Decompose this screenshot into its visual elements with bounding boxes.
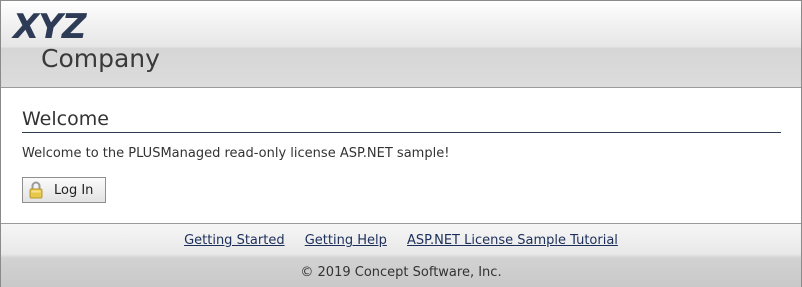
site-header: XYZ Company xyxy=(1,1,801,88)
logo-brand: XYZ xyxy=(13,7,86,47)
main-content: Welcome Welcome to the PLUSManaged read-… xyxy=(1,88,801,223)
footer-nav: Getting Started Getting Help ASP.NET Lic… xyxy=(1,233,801,248)
getting-started-link[interactable]: Getting Started xyxy=(184,233,285,248)
lock-icon xyxy=(29,181,43,199)
page-frame: XYZ Company Welcome Welcome to the PLUSM… xyxy=(0,0,802,287)
login-button-label: Log In xyxy=(54,182,94,198)
page-title: Welcome xyxy=(22,108,109,130)
title-divider xyxy=(22,132,781,133)
copyright-text: © 2019 Concept Software, Inc. xyxy=(300,265,502,280)
tutorial-link[interactable]: ASP.NET License Sample Tutorial xyxy=(407,233,618,248)
getting-help-link[interactable]: Getting Help xyxy=(305,233,387,248)
welcome-message: Welcome to the PLUSManaged read-only lic… xyxy=(22,146,450,161)
login-button[interactable]: Log In xyxy=(22,177,106,203)
site-footer: Getting Started Getting Help ASP.NET Lic… xyxy=(1,223,801,287)
logo-company: Company xyxy=(41,44,160,73)
